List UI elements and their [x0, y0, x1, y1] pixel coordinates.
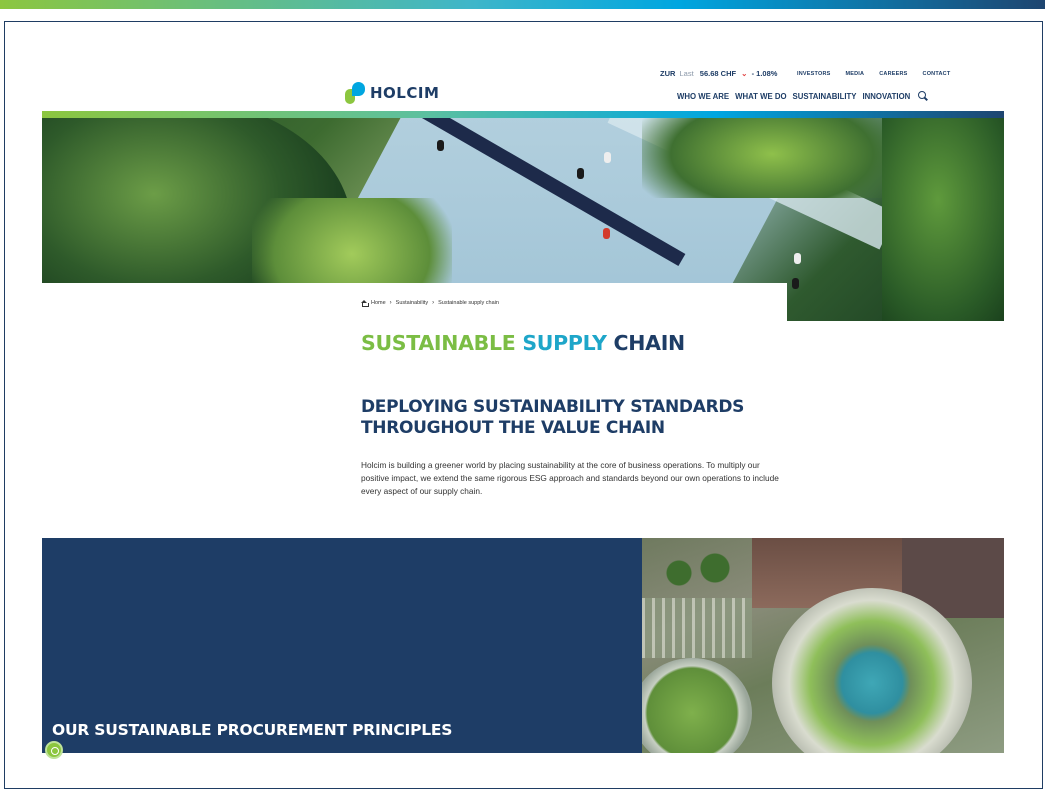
section-heading: DEPLOYING SUSTAINABILITY STANDARDS THROU…: [361, 397, 745, 438]
chat-help-icon[interactable]: [45, 741, 63, 759]
home-icon: [361, 300, 369, 307]
chevron-down-icon: ⌄: [741, 69, 748, 78]
holcim-logo[interactable]: HOLCIM: [345, 81, 439, 105]
section-body: Holcim is building a greener world by pl…: [361, 460, 779, 496]
principles-title: OUR SUSTAINABLE PROCUREMENT PRINCIPLES: [52, 721, 453, 739]
page-title: SUSTAINABLE SUPPLY CHAIN: [361, 331, 685, 355]
util-link-media[interactable]: MEDIA: [845, 71, 864, 77]
utility-nav: INVESTORS MEDIA CAREERS CONTACT: [797, 71, 950, 77]
logo-text: HOLCIM: [370, 84, 440, 102]
nav-who-we-are[interactable]: WHO WE ARE: [677, 92, 729, 101]
main-nav: WHO WE ARE WHAT WE DO SUSTAINABILITY INN…: [677, 91, 928, 101]
ticker-change: - 1.08%: [751, 69, 778, 78]
util-link-investors[interactable]: INVESTORS: [797, 71, 830, 77]
aerial-image: [642, 538, 1004, 753]
breadcrumb-separator: ›: [432, 300, 435, 306]
header-gradient-bar: [42, 111, 1004, 118]
ticker-value: 56.68 CHF: [699, 69, 737, 78]
breadcrumb: Home › Sustainability › Sustainable supp…: [361, 300, 499, 307]
ticker-symbol: ZUR: [660, 69, 676, 78]
holcim-logo-icon: [345, 82, 365, 104]
ticker-label: Last: [679, 69, 694, 78]
breadcrumb-home[interactable]: Home: [371, 300, 386, 306]
page-title-part3: CHAIN: [613, 331, 686, 355]
search-icon[interactable]: [918, 91, 928, 101]
util-link-contact[interactable]: CONTACT: [923, 71, 951, 77]
nav-sustainability[interactable]: SUSTAINABILITY: [793, 92, 857, 101]
stock-ticker[interactable]: ZUR Last 56.68 CHF ⌄ - 1.08%: [660, 69, 777, 78]
nav-what-we-do[interactable]: WHAT WE DO: [735, 92, 786, 101]
breadcrumb-current: Sustainable supply chain: [438, 300, 499, 306]
breadcrumb-separator: ›: [389, 300, 392, 306]
nav-innovation[interactable]: INNOVATION: [863, 92, 911, 101]
page-title-part2: SUPPLY: [522, 331, 607, 355]
page-title-part1: SUSTAINABLE: [361, 331, 516, 355]
breadcrumb-sustainability[interactable]: Sustainability: [396, 300, 428, 306]
top-gradient-strip: [0, 0, 1045, 9]
util-link-careers[interactable]: CAREERS: [879, 71, 907, 77]
